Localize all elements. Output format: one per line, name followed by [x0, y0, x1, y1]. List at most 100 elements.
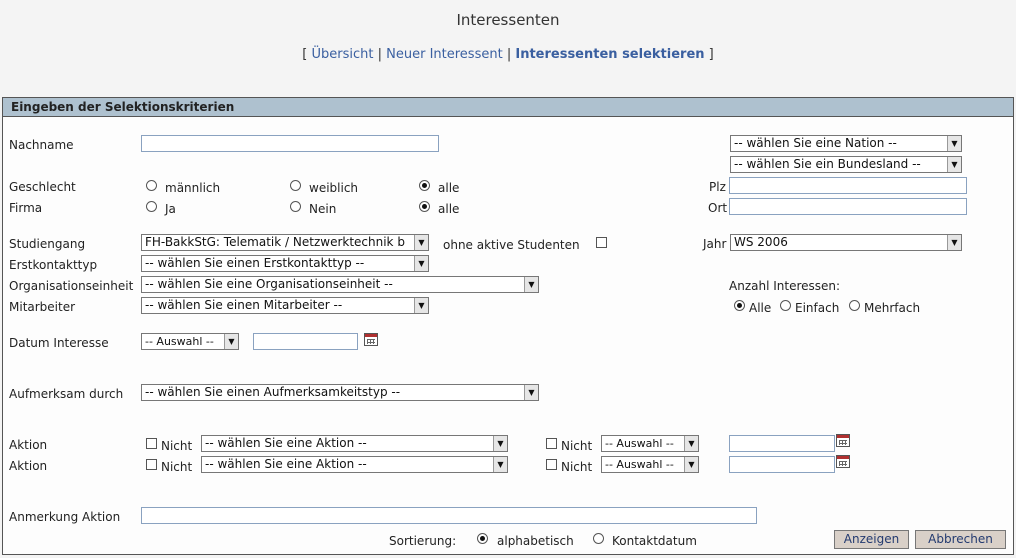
aufmerksam-label: Aufmerksam durch: [9, 387, 124, 401]
mitarbeiter-select[interactable]: -- wählen Sie einen Mitarbeiter -- ▼: [141, 297, 429, 314]
jahr-label: Jahr: [703, 237, 727, 251]
nachname-input[interactable]: [141, 135, 439, 152]
aktion-datum-nicht-label: Nicht: [561, 439, 593, 453]
chevron-down-icon: ▼: [524, 385, 538, 400]
anzahl-alle-label: Alle: [749, 301, 772, 315]
sort-kontaktdatum-label: Kontaktdatum: [612, 534, 697, 548]
nav-separator: |: [506, 47, 512, 62]
sortierung-label: Sortierung:: [389, 534, 457, 548]
anzeigen-button[interactable]: Anzeigen: [834, 530, 909, 549]
ort-input[interactable]: [729, 198, 967, 215]
ort-label: Ort: [708, 201, 728, 215]
aktion-nicht-label: Nicht: [161, 460, 193, 474]
jahr-select-value: WS 2006: [734, 235, 788, 249]
abbrechen-button[interactable]: Abbrechen: [915, 530, 1006, 549]
firma-nein-label: Nein: [309, 202, 337, 216]
sort-alphabetisch-radio[interactable]: [477, 533, 488, 544]
aktion-datum-select[interactable]: -- Auswahl -- ▼: [601, 435, 699, 452]
firma-alle-radio[interactable]: [419, 201, 430, 212]
anzahl-einfach-label: Einfach: [795, 301, 840, 315]
firma-ja-label: Ja: [165, 202, 176, 216]
chevron-down-icon: ▼: [493, 436, 507, 451]
panel-title: Eingeben der Selektionskriterien: [2, 97, 1014, 117]
datum-label: Datum Interesse: [9, 336, 109, 350]
chevron-down-icon: ▼: [947, 157, 961, 172]
erstkontakt-select[interactable]: -- wählen Sie einen Erstkontakttyp -- ▼: [141, 255, 429, 272]
mitarbeiter-label: Mitarbeiter: [9, 300, 76, 314]
firma-alle-label: alle: [438, 202, 460, 216]
orgeinheit-select-value: -- wählen Sie eine Organisationseinheit …: [145, 277, 393, 291]
geschlecht-weiblich-radio[interactable]: [290, 180, 301, 191]
nav-new-link[interactable]: Neuer Interessent: [386, 47, 503, 62]
top-nav: [ Übersicht | Neuer Interessent | Intere…: [0, 47, 1016, 62]
chevron-down-icon: ▼: [684, 457, 698, 472]
aufmerksam-select[interactable]: -- wählen Sie einen Aufmerksamkeitstyp -…: [141, 384, 539, 401]
mitarbeiter-select-value: -- wählen Sie einen Mitarbeiter --: [145, 298, 343, 312]
aktion-datum-select-value: -- Auswahl --: [605, 458, 674, 471]
orgeinheit-select[interactable]: -- wählen Sie eine Organisationseinheit …: [141, 276, 539, 293]
nachname-label: Nachname: [9, 138, 74, 152]
erstkontakt-label: Erstkontakttyp: [9, 258, 98, 272]
erstkontakt-select-value: -- wählen Sie einen Erstkontakttyp --: [145, 256, 365, 270]
firma-label: Firma: [9, 201, 43, 215]
geschlecht-alle-radio[interactable]: [419, 180, 430, 191]
aktion-datum-nicht-checkbox[interactable]: [546, 459, 557, 470]
page-title: Interessenten: [456, 11, 560, 29]
firma-ja-radio[interactable]: [146, 201, 157, 212]
aktion-datum-nicht-checkbox[interactable]: [546, 438, 557, 449]
plz-input[interactable]: [729, 177, 967, 194]
nav-select-link[interactable]: Interessenten selektieren: [515, 47, 704, 62]
anzahl-label: Anzahl Interessen:: [729, 279, 841, 293]
anzahl-alle-radio[interactable]: [734, 300, 745, 311]
geschlecht-weiblich-label: weiblich: [309, 181, 359, 195]
jahr-select[interactable]: WS 2006 ▼: [730, 234, 962, 251]
chevron-down-icon: ▼: [414, 235, 428, 250]
studiengang-select[interactable]: FH-BakkStG: Telematik / Netzwerktechnik …: [141, 234, 429, 251]
chevron-down-icon: ▼: [493, 457, 507, 472]
chevron-down-icon: ▼: [414, 256, 428, 271]
calendar-icon[interactable]: [364, 333, 378, 346]
aktion-datum-input[interactable]: [729, 456, 835, 473]
anzahl-mehrfach-label: Mehrfach: [864, 301, 921, 315]
aktion-select-value: -- wählen Sie eine Aktion --: [205, 457, 367, 471]
nation-select[interactable]: -- wählen Sie eine Nation -- ▼: [730, 135, 962, 152]
datum-select-value: -- Auswahl --: [145, 335, 214, 348]
geschlecht-alle-label: alle: [438, 181, 460, 195]
anzahl-einfach-radio[interactable]: [780, 300, 791, 311]
geschlecht-maennlich-radio[interactable]: [146, 180, 157, 191]
anmerkung-input[interactable]: [141, 507, 757, 524]
datum-select[interactable]: -- Auswahl -- ▼: [141, 333, 239, 350]
aktion-datum-input[interactable]: [729, 435, 835, 452]
aktion-nicht-checkbox[interactable]: [146, 459, 157, 470]
aktion-datum-nicht-label: Nicht: [561, 460, 593, 474]
studiengang-select-value: FH-BakkStG: Telematik / Netzwerktechnik …: [145, 235, 405, 249]
aktion-nicht-label: Nicht: [161, 439, 193, 453]
datum-input[interactable]: [253, 333, 358, 350]
chevron-down-icon: ▼: [224, 334, 238, 349]
chevron-down-icon: ▼: [684, 436, 698, 451]
bundesland-select[interactable]: -- wählen Sie ein Bundesland -- ▼: [730, 156, 962, 173]
aktion-datum-select-value: -- Auswahl --: [605, 437, 674, 450]
nav-separator: |: [377, 47, 382, 62]
aktion-select[interactable]: -- wählen Sie eine Aktion -- ▼: [201, 456, 508, 473]
aktion-select[interactable]: -- wählen Sie eine Aktion -- ▼: [201, 435, 508, 452]
orgeinheit-label: Organisationseinheit: [9, 279, 134, 293]
anzahl-mehrfach-radio[interactable]: [849, 300, 860, 311]
aktion-datum-select[interactable]: -- Auswahl -- ▼: [601, 456, 699, 473]
aktion-label: Aktion: [9, 438, 48, 452]
aktion-select-value: -- wählen Sie eine Aktion --: [205, 436, 367, 450]
nav-bracket-open: [: [302, 47, 308, 62]
studiengang-label: Studiengang: [9, 237, 86, 251]
ohne-aktive-checkbox[interactable]: [596, 237, 607, 248]
calendar-icon[interactable]: [836, 455, 850, 468]
anmerkung-label: Anmerkung Aktion: [9, 510, 121, 524]
calendar-icon[interactable]: [836, 434, 850, 447]
firma-nein-radio[interactable]: [290, 201, 301, 212]
aktion-nicht-checkbox[interactable]: [146, 438, 157, 449]
geschlecht-label: Geschlecht: [9, 180, 76, 194]
sort-kontaktdatum-radio[interactable]: [593, 533, 604, 544]
nation-select-value: -- wählen Sie eine Nation --: [734, 136, 897, 150]
nav-bracket-close: ]: [708, 47, 714, 62]
nav-overview-link[interactable]: Übersicht: [311, 47, 373, 62]
bundesland-select-value: -- wählen Sie ein Bundesland --: [734, 157, 921, 171]
